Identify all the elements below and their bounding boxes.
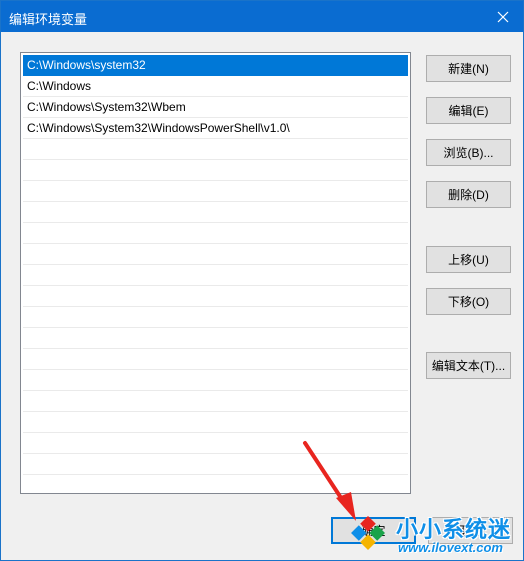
path-list-empty-row[interactable] [23,223,408,244]
path-list-empty-row[interactable] [23,286,408,307]
delete-button[interactable]: 删除(D) [426,181,511,208]
close-button[interactable] [483,1,523,32]
path-list-empty-row[interactable] [23,160,408,181]
edit-env-variable-dialog: 编辑环境变量 C:\Windows\system32 C:\Windows C:\W… [0,0,524,561]
path-list-empty-row[interactable] [23,202,408,223]
path-list-empty-row[interactable] [23,181,408,202]
path-list-empty-row[interactable] [23,412,408,433]
new-button[interactable]: 新建(N) [426,55,511,82]
path-list[interactable]: C:\Windows\system32 C:\Windows C:\Windows\… [20,52,411,494]
edit-button[interactable]: 编辑(E) [426,97,511,124]
path-list-item[interactable]: C:\Windows\system32 [23,55,408,76]
path-list-empty-row[interactable] [23,433,408,454]
path-list-empty-row[interactable] [23,265,408,286]
cancel-button[interactable]: 取消 [428,517,513,544]
path-list-item[interactable]: C:\Windows\System32\Wbem [23,97,408,118]
path-list-empty-row[interactable] [23,139,408,160]
path-list-empty-row[interactable] [23,391,408,412]
path-list-empty-row[interactable] [23,328,408,349]
browse-button[interactable]: 浏览(B)... [426,139,511,166]
title-bar[interactable]: 编辑环境变量 [1,1,523,32]
path-list-empty-row[interactable] [23,307,408,328]
window-title: 编辑环境变量 [9,12,88,27]
path-list-empty-row[interactable] [23,454,408,475]
close-icon [497,11,509,22]
path-list-empty-row[interactable] [23,244,408,265]
ok-button[interactable]: 确定 [331,517,416,544]
path-list-item[interactable]: C:\Windows [23,76,408,97]
move-up-button[interactable]: 上移(U) [426,246,511,273]
path-list-empty-row[interactable] [23,370,408,391]
edit-text-button[interactable]: 编辑文本(T)... [426,352,511,379]
path-list-empty-row[interactable] [23,349,408,370]
move-down-button[interactable]: 下移(O) [426,288,511,315]
path-list-item[interactable]: C:\Windows\System32\WindowsPowerShell\v1… [23,118,408,139]
